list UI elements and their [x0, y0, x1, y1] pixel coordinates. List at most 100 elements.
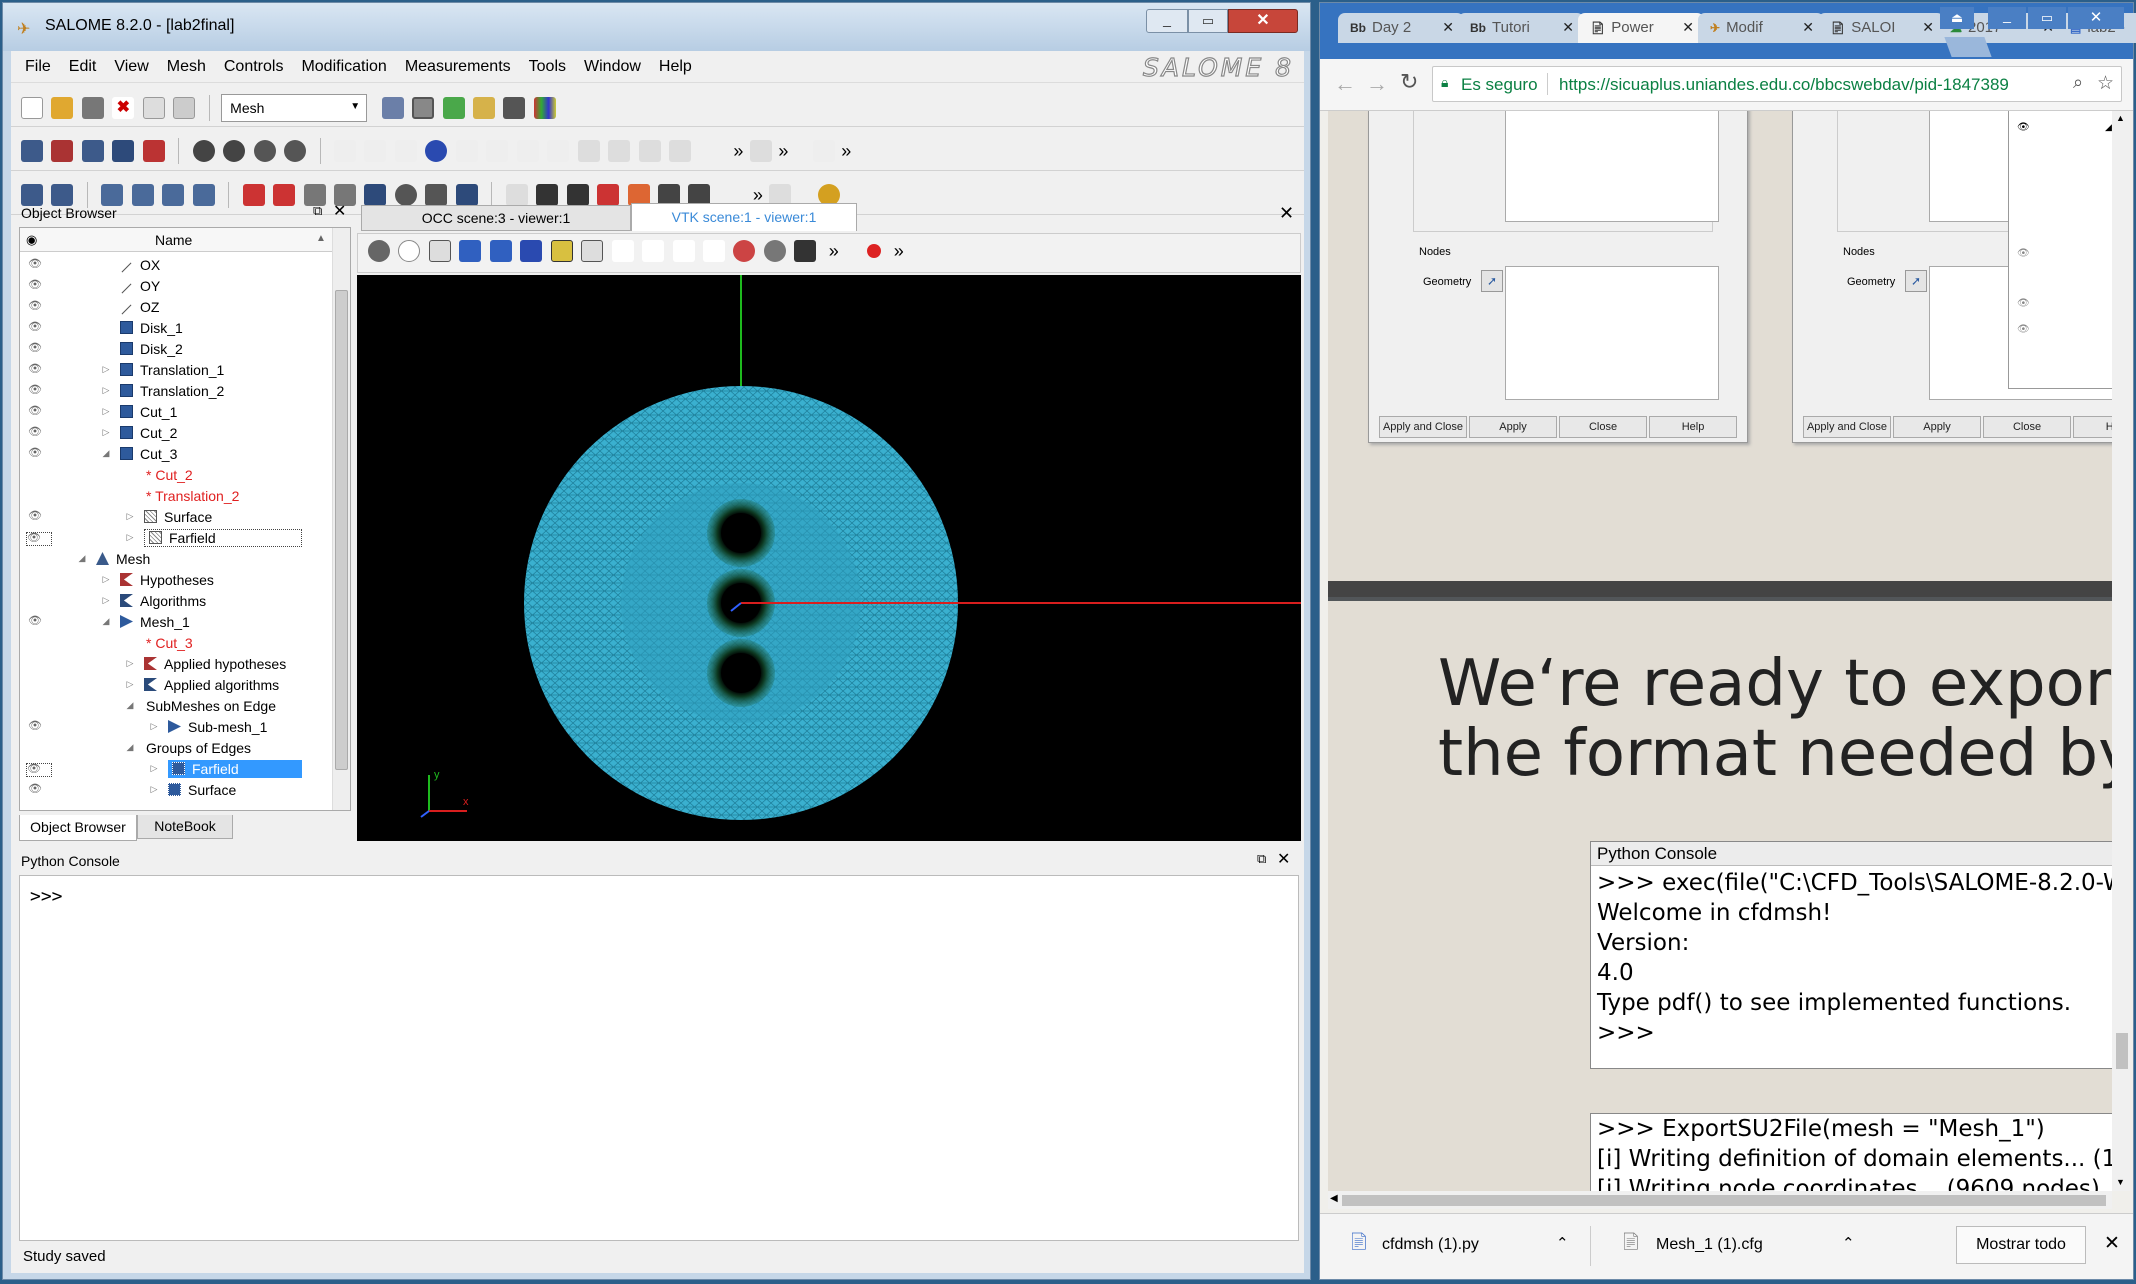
tree-item[interactable]: Sub-mesh_1 — [168, 719, 267, 735]
more-tools-icon[interactable]: » — [894, 241, 904, 262]
ball-icon[interactable] — [425, 140, 448, 162]
eye-icon[interactable]: 👁︎ — [28, 280, 44, 291]
new-file-icon[interactable] — [21, 97, 43, 119]
eye-icon[interactable]: 👁︎ — [28, 364, 44, 375]
tree-row[interactable]: ◢ Groups of Edges — [20, 737, 332, 758]
pentahedron-icon[interactable] — [638, 140, 661, 162]
tree-item[interactable]: Cut_2 — [120, 425, 177, 441]
close-study-icon[interactable]: ✖ — [112, 97, 135, 119]
menu-tools[interactable]: Tools — [529, 58, 566, 75]
more-tools-icon[interactable]: » — [733, 141, 743, 162]
polygon-icon[interactable] — [547, 140, 570, 162]
tree-row[interactable]: 👁︎ Disk_2 — [20, 338, 332, 359]
chevron-up-icon[interactable]: ⌃ — [1556, 1234, 1569, 1252]
tree-item[interactable]: OX — [120, 257, 160, 273]
collapsed-arrow-icon[interactable]: ▷ — [124, 511, 136, 522]
tree-row[interactable]: ▷ Applied algorithms — [20, 674, 332, 695]
help-button[interactable]: Help — [2073, 416, 2112, 438]
collapsed-arrow-icon[interactable]: ▷ — [124, 679, 136, 690]
close-button[interactable]: Close — [1983, 416, 2071, 438]
tree-item[interactable]: Disk_1 — [120, 320, 183, 336]
dialog-1-geometry-select-button[interactable]: ➚ — [1481, 270, 1503, 292]
triangle-icon[interactable] — [486, 140, 509, 162]
menu-mesh[interactable]: Mesh — [167, 58, 206, 75]
viewer-tab-vtk[interactable]: VTK scene:1 - viewer:1 — [631, 203, 857, 231]
tree-row[interactable]: ◢ SubMeshes on Edge — [20, 695, 332, 716]
close-tab-icon[interactable]: ✕ — [1682, 19, 1694, 36]
browser-tab[interactable]: Bb Tutori ✕ — [1458, 13, 1584, 43]
close-button[interactable]: Close — [1559, 416, 1647, 438]
evaluate-icon[interactable] — [142, 140, 165, 162]
minimize-button[interactable]: _ — [1146, 9, 1188, 33]
eye-icon[interactable]: 👁︎ — [26, 532, 52, 546]
paste-icon[interactable] — [173, 97, 196, 119]
eye-icon[interactable]: 👁︎ — [26, 763, 52, 777]
menu-edit[interactable]: Edit — [69, 58, 97, 75]
fit-all-icon[interactable] — [611, 240, 634, 262]
tree-item[interactable]: * Cut_3 — [146, 635, 193, 651]
tree-row[interactable]: 👁︎ ▷ Translation_2 — [20, 380, 332, 401]
browser-tab[interactable]: ✈ Modif ✕ — [1698, 13, 1824, 43]
gear-icon[interactable] — [253, 140, 276, 162]
pyramid-icon[interactable] — [668, 140, 691, 162]
dump-view-icon[interactable] — [368, 240, 390, 262]
parametric-icon[interactable] — [533, 97, 556, 119]
collapsed-arrow-icon[interactable]: ▷ — [148, 763, 160, 774]
module-select[interactable]: Mesh ▼ — [221, 94, 368, 122]
preselection-icon[interactable] — [550, 240, 573, 262]
tree-item[interactable]: Cut_3 — [120, 446, 177, 462]
expanded-arrow-icon[interactable]: ◢ — [76, 553, 88, 564]
ball-elements-icon[interactable] — [394, 140, 417, 162]
menu-modification[interactable]: Modification — [301, 58, 386, 75]
tree-scrollbar[interactable] — [332, 228, 350, 810]
tree-item[interactable]: Hypotheses — [120, 572, 214, 588]
tree-row[interactable]: 👁︎ ▷ Surface — [20, 779, 332, 800]
chevron-up-icon[interactable]: ⌃ — [1842, 1234, 1855, 1252]
modify-icon[interactable] — [812, 140, 835, 162]
eye-icon[interactable]: 👁︎ — [28, 259, 44, 270]
eye-icon[interactable]: 👁︎ — [28, 385, 44, 396]
collapsed-arrow-icon[interactable]: ▷ — [100, 427, 112, 438]
pdf-viewport[interactable]: Nodes Geometry ➚ Apply and Close Apply C… — [1328, 111, 2112, 1191]
tree-row[interactable]: 👁︎ OZ — [20, 296, 332, 317]
tree-item[interactable]: Applied hypotheses — [144, 656, 286, 672]
object-browser-tab[interactable]: Object Browser — [19, 815, 137, 841]
tree-row[interactable]: 👁︎ Disk_1 — [20, 317, 332, 338]
tree-item[interactable]: * Translation_2 — [146, 488, 239, 504]
interaction-style-icon[interactable] — [398, 240, 421, 262]
horizontal-scrollbar[interactable]: ◀ — [1328, 1191, 2112, 1209]
close-window-button[interactable]: ✕ — [2068, 7, 2124, 29]
menu-measurements[interactable]: Measurements — [405, 58, 511, 75]
dialog-2-geometry-select-button[interactable]: ➚ — [1905, 270, 1927, 292]
tree-row[interactable]: 👁︎ ▷ Translation_1 — [20, 359, 332, 380]
rotate-icon[interactable] — [794, 240, 817, 262]
expanded-arrow-icon[interactable]: ◢ — [124, 742, 136, 753]
tree-row[interactable]: 👁︎ ◢ Mesh_1 — [20, 611, 332, 632]
collapsed-arrow-icon[interactable]: ▷ — [124, 532, 136, 543]
undock-icon[interactable]: ⧉ — [313, 203, 322, 219]
help-button[interactable]: Help — [1649, 416, 1737, 438]
close-tab-icon[interactable]: ✕ — [1922, 19, 1934, 36]
selection-icon[interactable] — [459, 240, 482, 262]
tetrahedron-icon[interactable] — [577, 140, 600, 162]
reload-icon[interactable]: ↻ — [1400, 69, 1418, 95]
more-tools-icon[interactable]: » — [829, 241, 839, 262]
tree-item[interactable]: Groups of Edges — [146, 740, 251, 756]
tree-row[interactable]: 👁︎ ▷ Farfield — [20, 758, 332, 779]
close-tab-icon[interactable]: ✕ — [1562, 19, 1574, 36]
copy-icon[interactable] — [142, 97, 165, 119]
eye-icon[interactable]: 👁︎ — [28, 721, 44, 732]
tree-row[interactable]: ▷ Applied hypotheses — [20, 653, 332, 674]
tree-row[interactable]: 👁︎ ◢ Cut_3 — [20, 443, 332, 464]
highlight-icon[interactable] — [520, 240, 543, 262]
close-panel-icon[interactable]: ✕ — [333, 201, 346, 221]
tree-item[interactable]: SubMeshes on Edge — [146, 698, 276, 714]
zoom-icon[interactable] — [702, 240, 725, 262]
name-column-header[interactable]: Name — [155, 232, 192, 248]
eye-icon[interactable]: 👁︎ — [28, 784, 44, 795]
tree-row[interactable]: 👁︎ ▷ Cut_2 — [20, 422, 332, 443]
close-tab-icon[interactable]: ✕ — [1802, 19, 1814, 36]
eye-icon[interactable]: 👁︎ — [28, 322, 44, 333]
python-console-area[interactable]: >>> — [19, 875, 1299, 1241]
expanded-arrow-icon[interactable]: ◢ — [100, 448, 112, 459]
